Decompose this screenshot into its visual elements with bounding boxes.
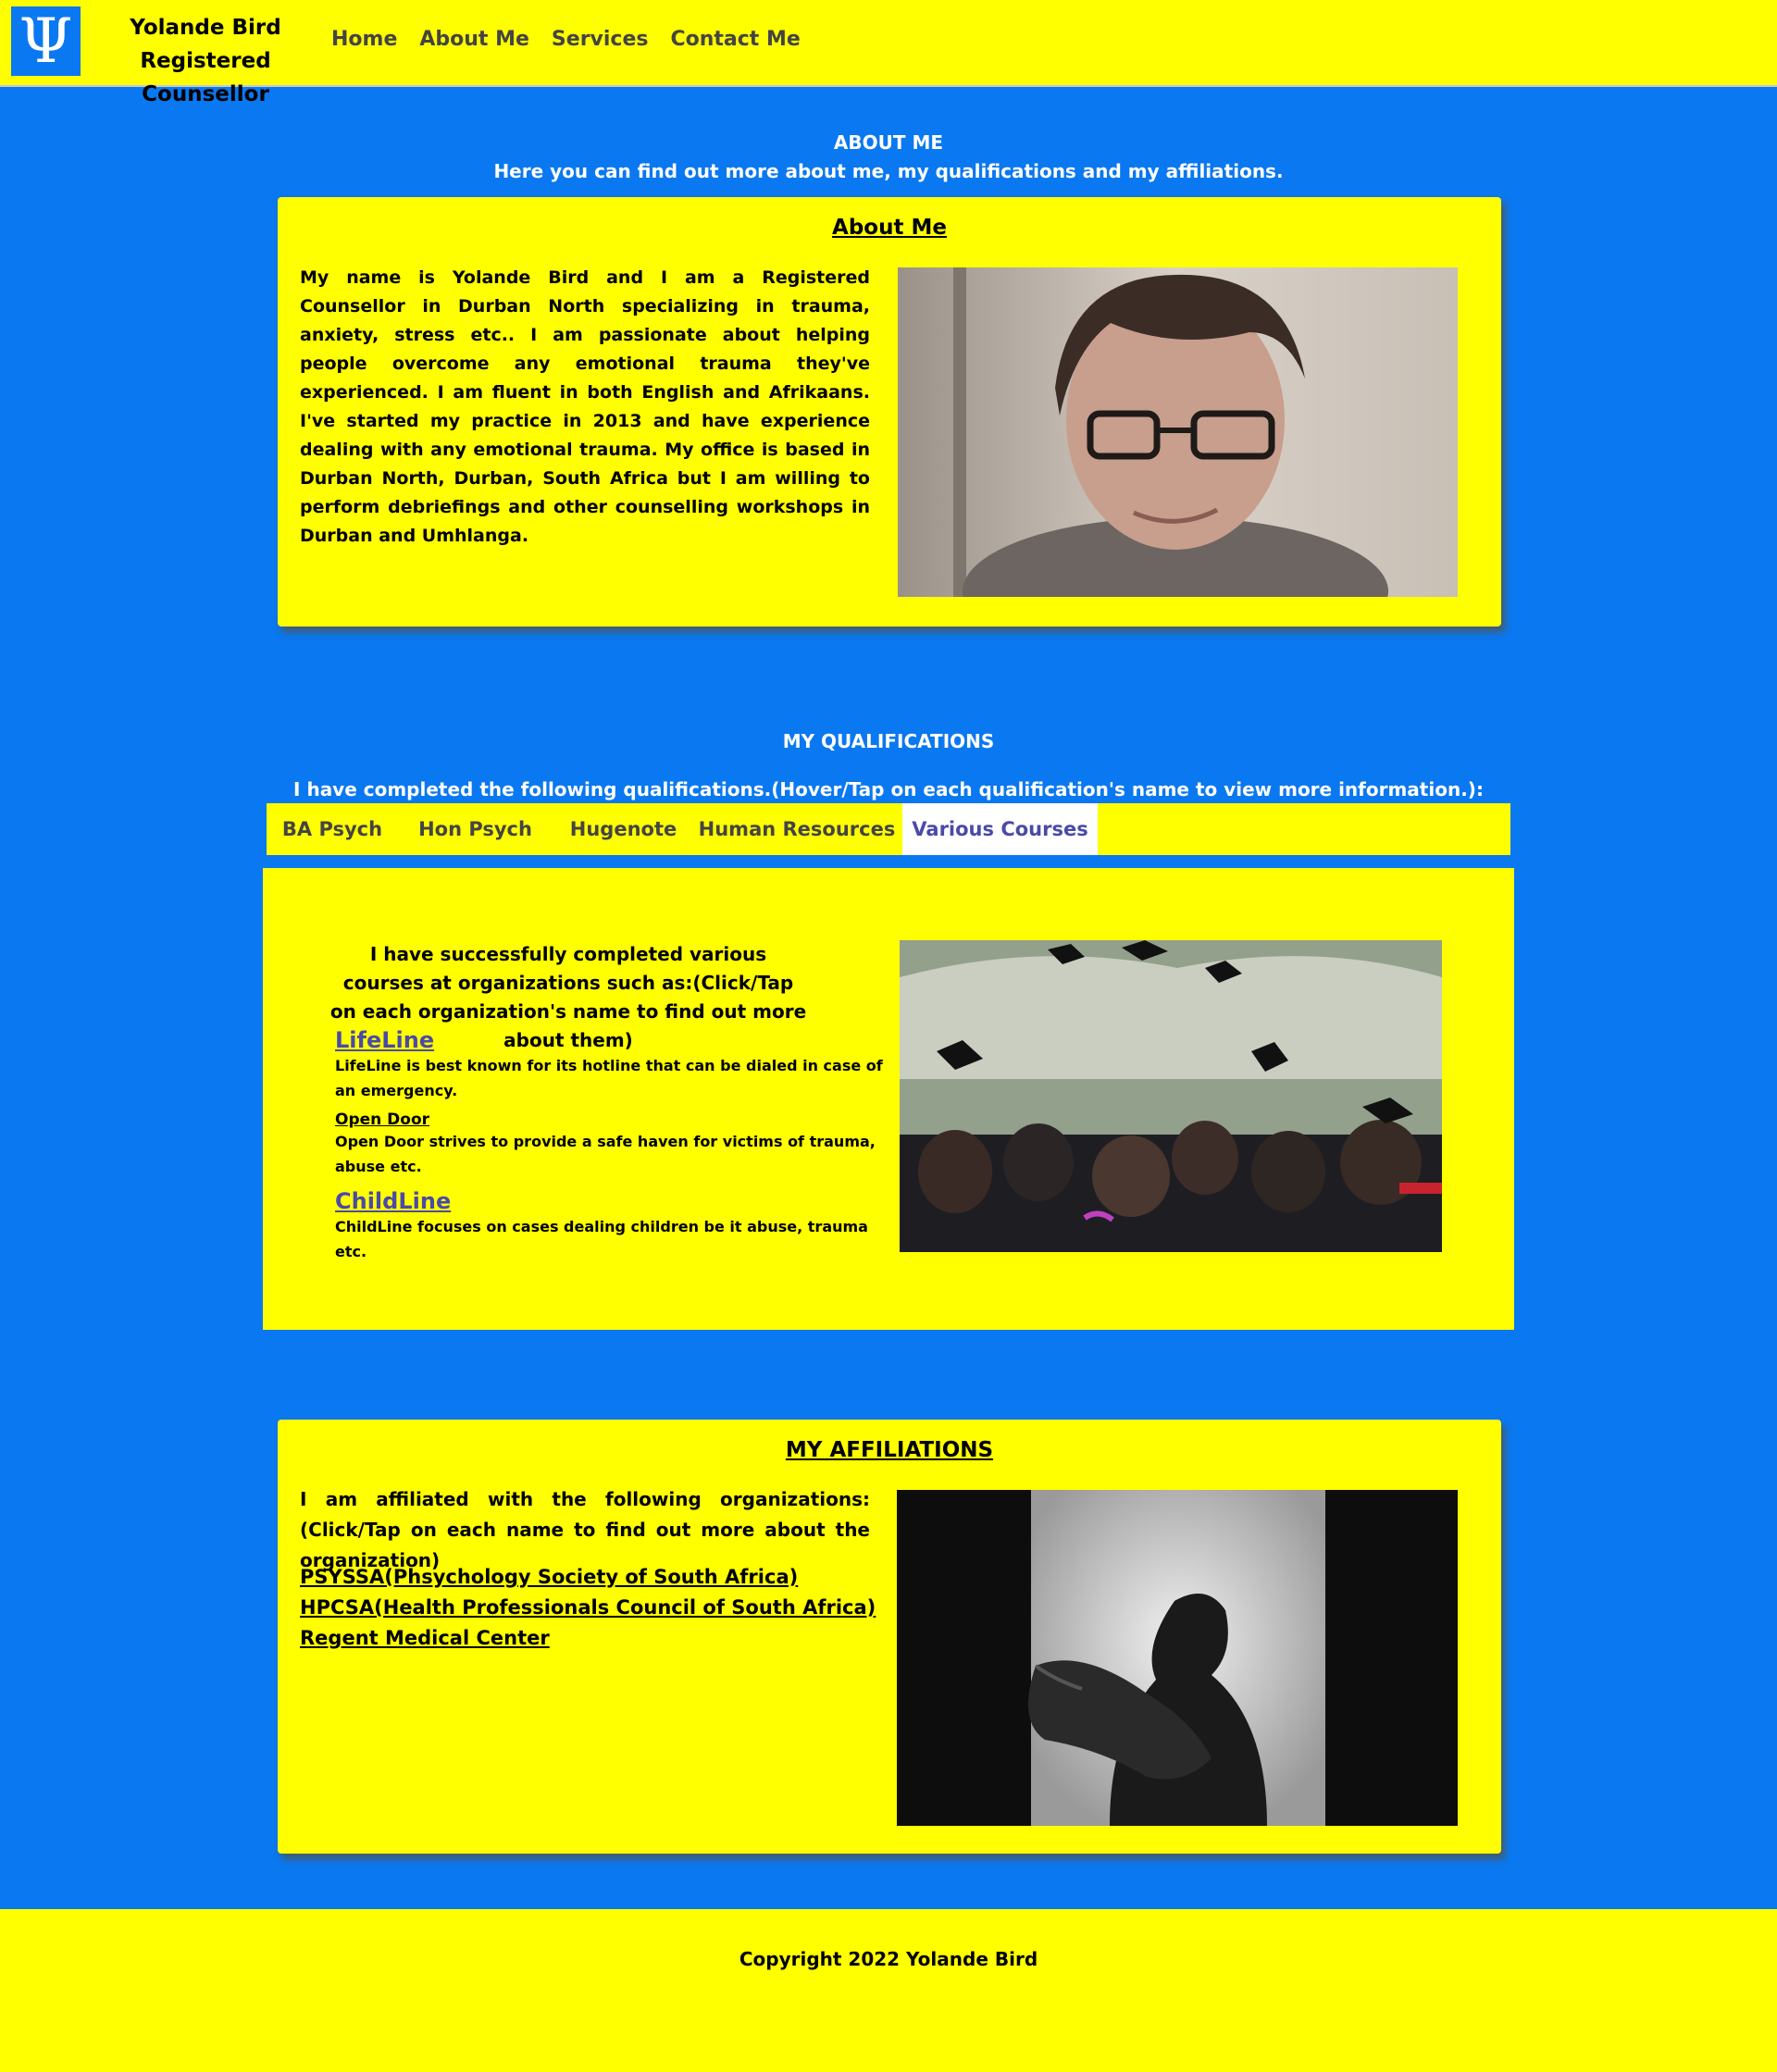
counsellor-photo: [898, 267, 1458, 597]
tab-ba-psych[interactable]: BA Psych: [267, 803, 398, 855]
org-open-door: Open Door Open Door strives to provide a…: [335, 1110, 890, 1179]
graduation-photo: [900, 940, 1442, 1252]
lifeline-desc: LifeLine is best known for its hotline t…: [335, 1057, 883, 1099]
hpcsa-link[interactable]: HPCSA(Health Professionals Council of So…: [300, 1596, 876, 1619]
affiliations-text: I am affiliated with the following organ…: [300, 1488, 870, 1571]
qualifications-heading: MY QUALIFICATIONS: [782, 730, 995, 752]
lifeline-link[interactable]: LifeLine: [335, 1027, 434, 1053]
about-title: About Me: [832, 216, 947, 240]
site-footer: Copyright 2022 Yolande Bird: [0, 1909, 1777, 2072]
qualification-tabs: BA Psych Hon Psych Hugenote Human Resour…: [267, 803, 1510, 855]
tab-hugenote[interactable]: Hugenote: [553, 803, 694, 855]
affiliations-title: MY AFFILIATIONS: [785, 1438, 994, 1462]
outreached-hand-photo: [897, 1490, 1458, 1826]
copyright-text: Copyright 2022 Yolande Bird: [739, 1948, 1038, 1970]
open-door-link[interactable]: Open Door: [335, 1110, 429, 1129]
about-card: About Me My name is Yolande Bird and I a…: [278, 197, 1501, 627]
nav-services[interactable]: Services: [552, 28, 649, 51]
main-nav: Home About Me Services Contact Me: [331, 28, 801, 51]
nav-home[interactable]: Home: [331, 28, 397, 51]
tab-various-courses[interactable]: Various Courses: [902, 803, 1098, 855]
open-door-desc: Open Door strives to provide a safe have…: [335, 1133, 876, 1175]
page-subheading: Here you can find out more about me, my …: [493, 160, 1284, 182]
brand-title: Registered Counsellor: [140, 49, 271, 106]
qualifications-subheading: I have completed the following qualifica…: [293, 778, 1484, 800]
about-text: My name is Yolande Bird and I am a Regis…: [300, 267, 870, 546]
logo-glyph: Ψ: [19, 5, 73, 77]
brand-name: Yolande Bird: [130, 16, 281, 40]
tab-human-resources[interactable]: Human Resources: [694, 803, 900, 855]
org-lifeline: LifeLine LifeLine is best known for its …: [335, 1027, 890, 1103]
page-heading: ABOUT ME: [833, 131, 944, 154]
psi-logo-icon[interactable]: Ψ: [11, 6, 81, 76]
nav-contact-me[interactable]: Contact Me: [670, 28, 800, 51]
tab-hon-psych[interactable]: Hon Psych: [398, 803, 553, 855]
psyssa-link[interactable]: PSYSSA(Phsychology Society of South Afri…: [300, 1566, 798, 1588]
site-header: Ψ Yolande Bird Registered Counsellor Hom…: [0, 0, 1777, 106]
various-courses-panel: I have successfully completed various co…: [263, 868, 1514, 1330]
affiliations-card: MY AFFILIATIONS I am affiliated with the…: [278, 1420, 1501, 1854]
nav-about-me[interactable]: About Me: [419, 28, 529, 51]
brand: Yolande Bird Registered Counsellor: [89, 11, 322, 111]
childline-desc: ChildLine focuses on cases dealing child…: [335, 1218, 868, 1260]
org-childline: ChildLine ChildLine focuses on cases dea…: [335, 1188, 890, 1264]
regent-medical-link[interactable]: Regent Medical Center: [300, 1627, 550, 1649]
childline-link[interactable]: ChildLine: [335, 1188, 451, 1214]
